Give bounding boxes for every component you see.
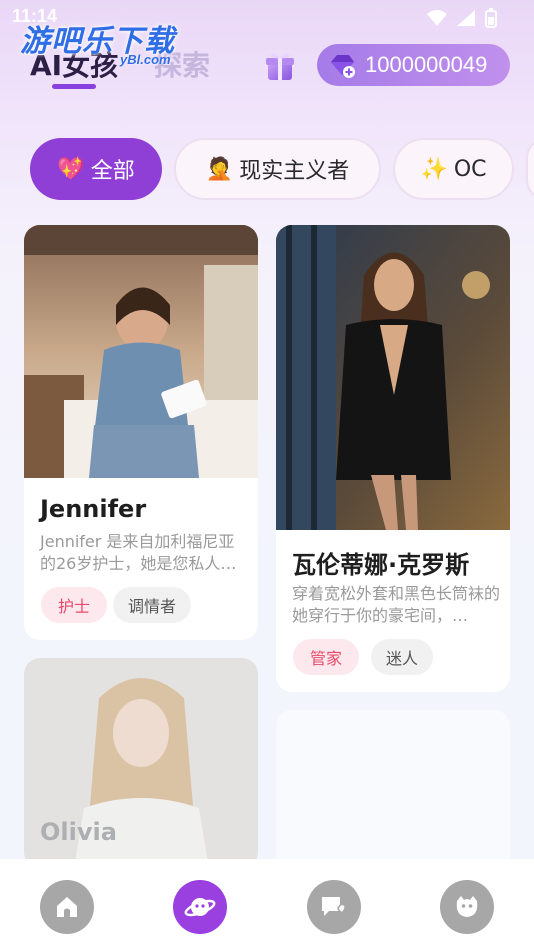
filter-label: 现实主义者 xyxy=(239,159,350,184)
active-tab-indicator xyxy=(52,84,96,89)
character-card-olivia[interactable]: Olivia xyxy=(24,658,258,868)
tag-nurse: 护士 xyxy=(41,587,107,623)
filter-realist[interactable]: 🤦 现实主义者 xyxy=(174,138,381,200)
signal-icon xyxy=(457,10,475,26)
character-name: 瓦伦蒂娜·克罗斯 xyxy=(292,551,470,579)
filter-next-partial[interactable] xyxy=(526,138,534,200)
sparkles-icon: ✨ xyxy=(420,156,448,182)
coin-balance-button[interactable]: 1000000049 xyxy=(317,44,510,86)
sparkling-heart-icon: 💖 xyxy=(57,156,85,182)
nav-messages[interactable] xyxy=(307,880,361,934)
filter-label: 全部 xyxy=(90,159,135,184)
facepalm-icon: 🤦 xyxy=(205,156,234,182)
character-card-valentina[interactable]: 瓦伦蒂娜·克罗斯 穿着宽松外套和黑色长筒袜的她穿行于你的豪宅间，… 管家 迷人 xyxy=(276,225,510,692)
character-portrait xyxy=(24,225,258,478)
wifi-icon xyxy=(427,10,447,26)
face-icon xyxy=(456,896,478,917)
category-filter-row: 💖 全部 🤦 现实主义者 ✨ OC xyxy=(30,138,534,200)
battery-icon xyxy=(485,8,497,28)
planet-icon xyxy=(184,898,216,917)
filter-label: OC xyxy=(453,156,487,182)
tag-butler: 管家 xyxy=(293,639,359,675)
tag-charming: 迷人 xyxy=(371,639,433,675)
watermark-url: yBl.com xyxy=(120,52,171,67)
character-portrait xyxy=(276,225,510,530)
nav-home[interactable] xyxy=(40,880,94,934)
coin-count: 1000000049 xyxy=(365,52,488,77)
nav-profile[interactable] xyxy=(440,880,494,934)
character-name: Olivia xyxy=(40,818,117,846)
character-description: 穿着宽松外套和黑色长筒袜的她穿行于你的豪宅间，… xyxy=(292,584,501,625)
bottom-navigation xyxy=(0,859,534,949)
gem-coin-icon xyxy=(331,55,355,78)
character-name: Jennifer xyxy=(40,495,147,523)
character-description: Jennifer 是来自加利福尼亚的26岁护士，她是您私人… xyxy=(40,532,237,573)
chat-heart-icon xyxy=(322,897,346,916)
gift-box-icon[interactable] xyxy=(262,48,298,84)
home-icon xyxy=(57,897,77,917)
nav-discover[interactable] xyxy=(173,880,227,934)
character-card-jennifer[interactable]: Jennifer Jennifer 是来自加利福尼亚的26岁护士，她是您私人… … xyxy=(24,225,258,640)
tag-flirt: 调情者 xyxy=(113,587,191,623)
filter-oc[interactable]: ✨ OC xyxy=(393,138,514,200)
character-card-loading[interactable] xyxy=(276,710,510,870)
filter-all[interactable]: 💖 全部 xyxy=(30,138,162,200)
status-icons xyxy=(426,8,498,28)
